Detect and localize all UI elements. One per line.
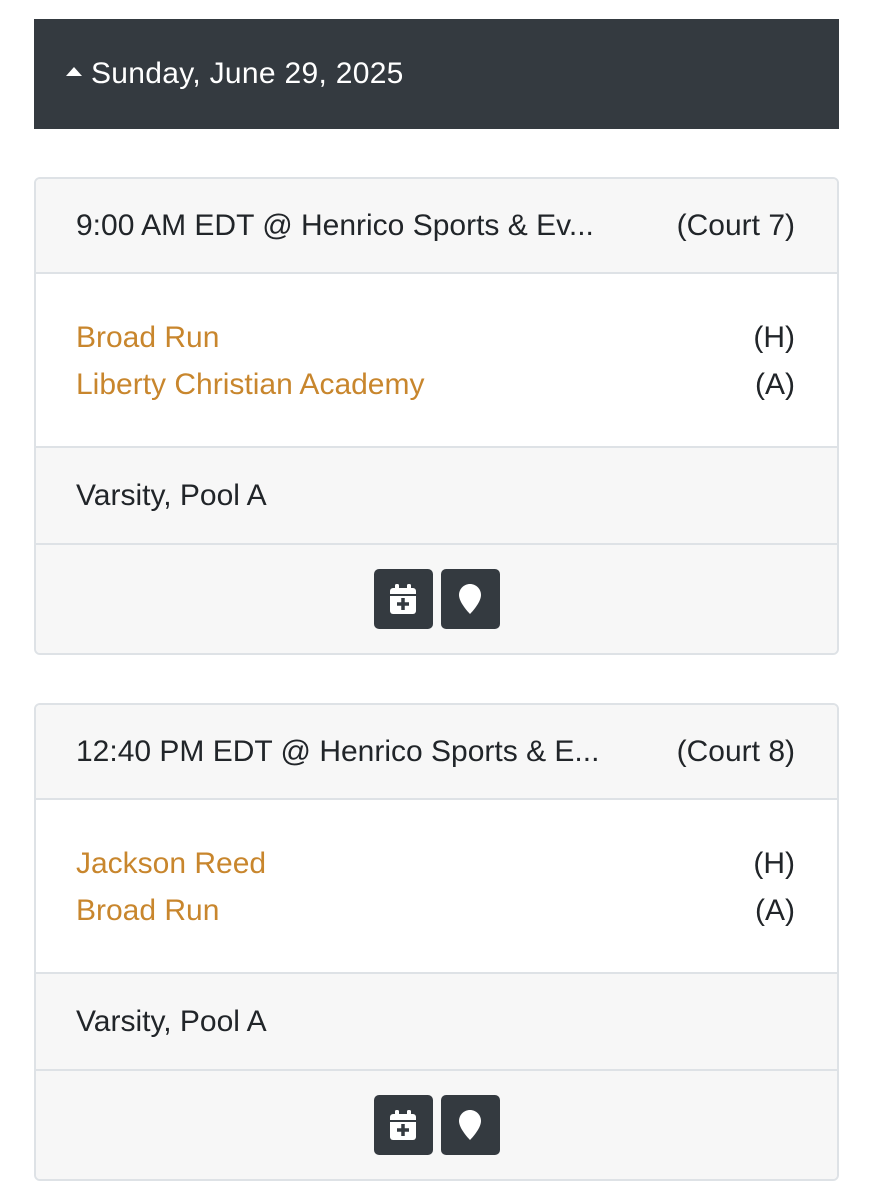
away-marker: (A) (755, 367, 795, 401)
away-team-row: Liberty Christian Academy (A) (76, 361, 795, 408)
calendar-plus-icon (390, 584, 416, 614)
day-label: Sunday, June 29, 2025 (91, 57, 404, 90)
game-card: 12:40 PM EDT @ Henrico Sports & E... (Co… (34, 703, 839, 1181)
game-division: Varsity, Pool A (36, 974, 837, 1071)
away-team-link[interactable]: Liberty Christian Academy (76, 368, 425, 402)
caret-up-icon (66, 66, 82, 76)
away-team-row: Broad Run (A) (76, 887, 795, 934)
add-to-calendar-button[interactable] (373, 1095, 433, 1155)
game-actions (36, 545, 837, 653)
home-team-link[interactable]: Jackson Reed (76, 847, 266, 881)
home-team-link[interactable]: Broad Run (76, 321, 219, 355)
game-card: 9:00 AM EDT @ Henrico Sports & Ev... (Co… (34, 177, 839, 655)
game-time-location: 9:00 AM EDT @ Henrico Sports & Ev... (76, 208, 594, 242)
map-location-button[interactable] (440, 569, 500, 629)
map-location-button[interactable] (440, 1095, 500, 1155)
away-marker: (A) (755, 893, 795, 927)
home-marker: (H) (753, 846, 795, 880)
game-actions (36, 1071, 837, 1179)
game-court: (Court 8) (676, 734, 795, 768)
map-marker-icon (459, 1110, 481, 1140)
game-court: (Court 7) (676, 208, 795, 242)
game-division: Varsity, Pool A (36, 448, 837, 545)
home-team-row: Jackson Reed (H) (76, 840, 795, 887)
game-card-header: 9:00 AM EDT @ Henrico Sports & Ev... (Co… (36, 179, 837, 274)
add-to-calendar-button[interactable] (373, 569, 433, 629)
home-marker: (H) (753, 320, 795, 354)
home-team-row: Broad Run (H) (76, 314, 795, 361)
game-teams: Jackson Reed (H) Broad Run (A) (36, 800, 837, 974)
game-card-header: 12:40 PM EDT @ Henrico Sports & E... (Co… (36, 705, 837, 800)
game-time-location: 12:40 PM EDT @ Henrico Sports & E... (76, 734, 600, 768)
calendar-plus-icon (390, 1110, 416, 1140)
map-marker-icon (459, 584, 481, 614)
day-header-toggle[interactable]: Sunday, June 29, 2025 (34, 19, 839, 129)
away-team-link[interactable]: Broad Run (76, 894, 219, 928)
game-teams: Broad Run (H) Liberty Christian Academy … (36, 274, 837, 448)
